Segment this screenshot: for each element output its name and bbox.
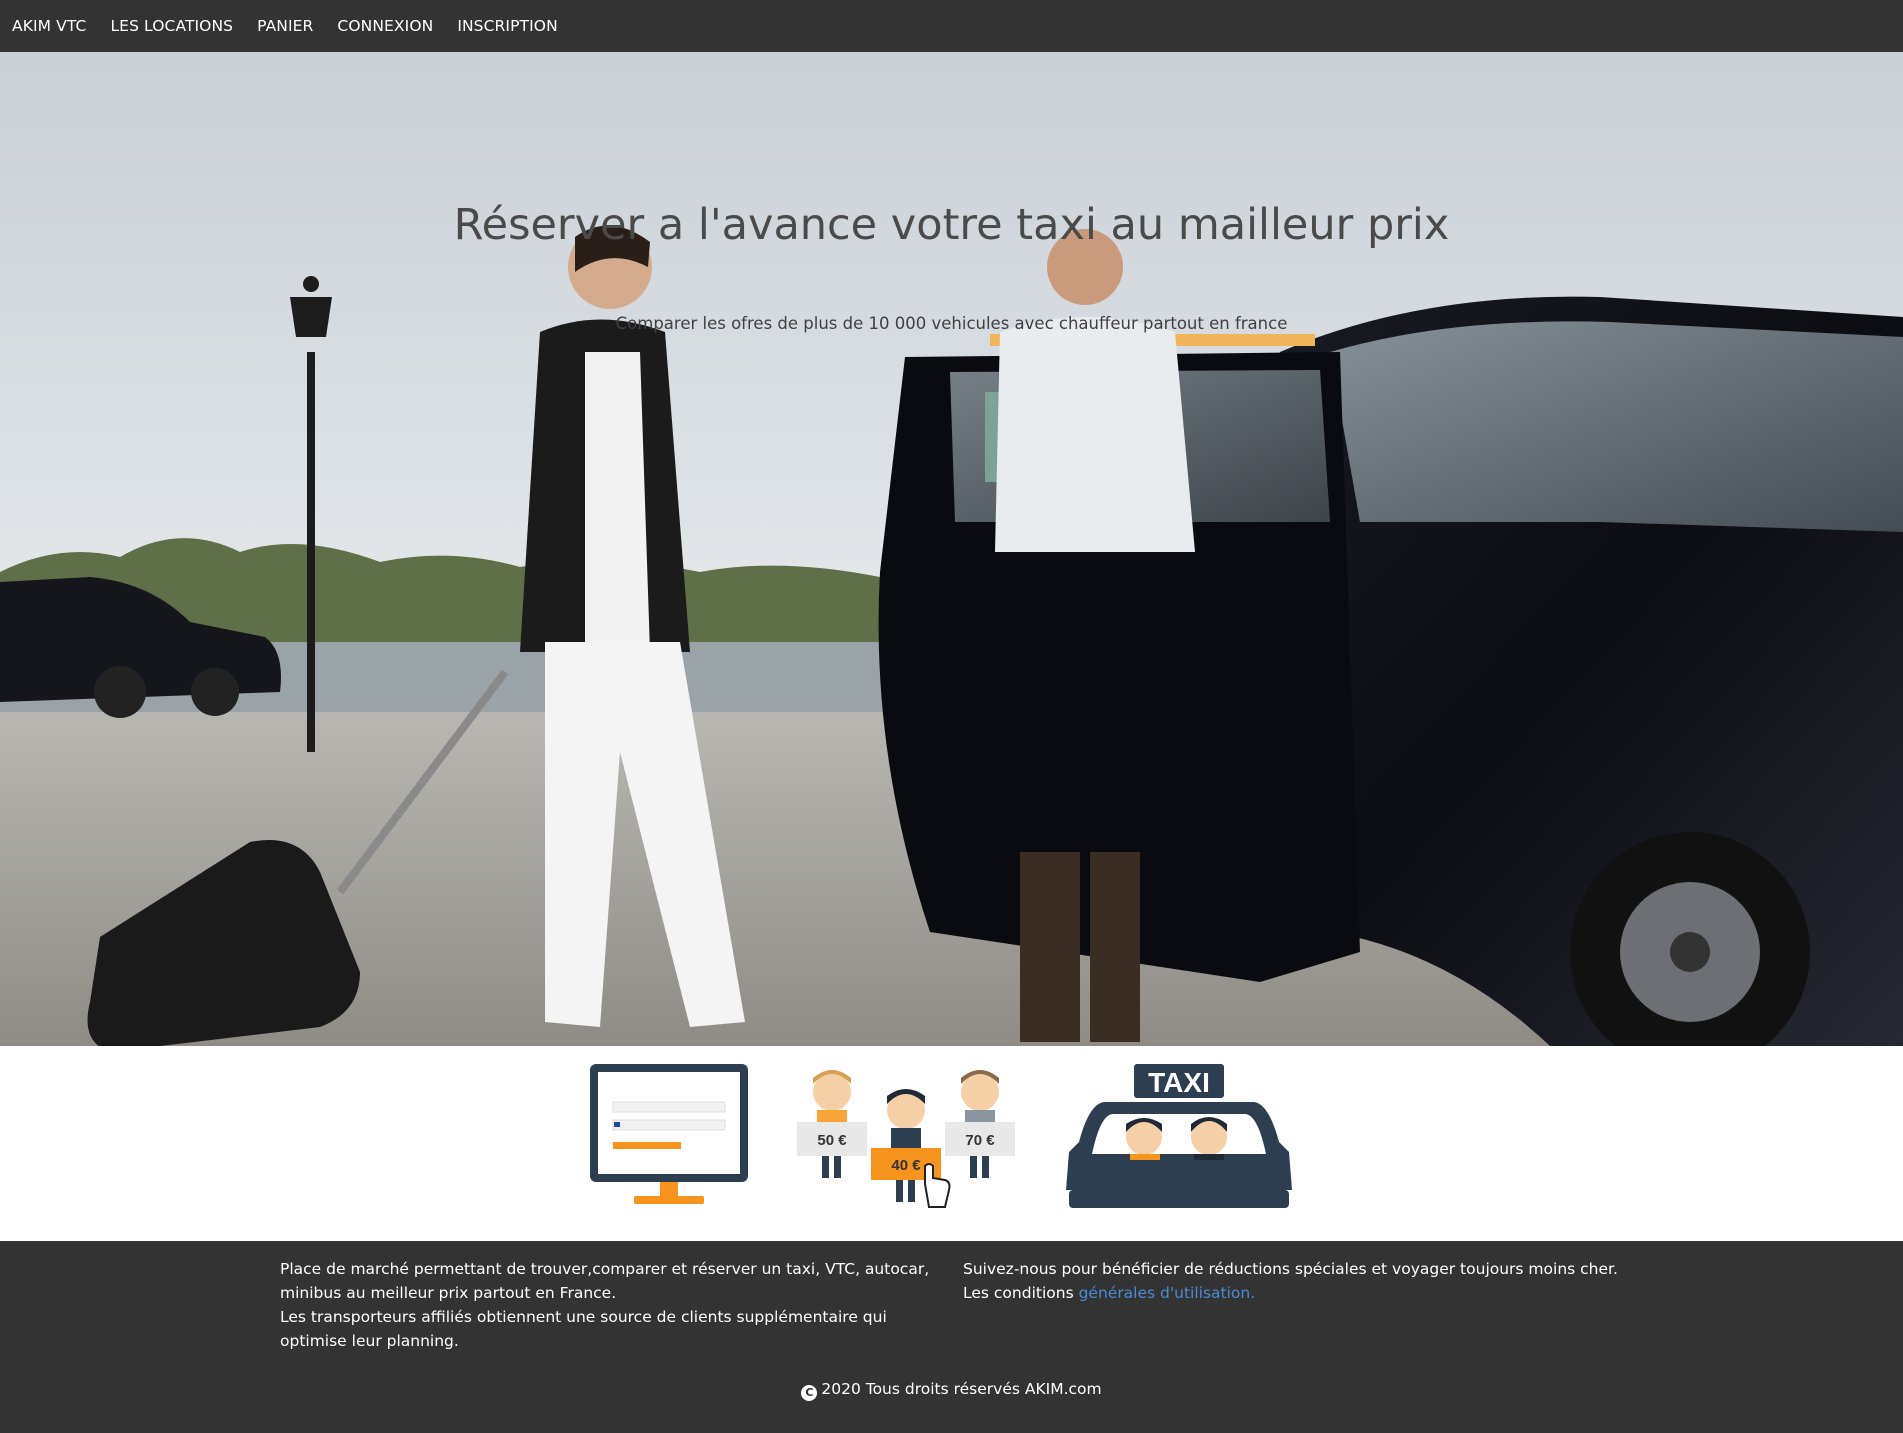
top-navbar: AKIM VTC LES LOCATIONS PANIER CONNEXION … [0,0,1903,52]
site-footer: Place de marché permettant de trouver,co… [0,1241,1903,1433]
footer-follow-text: Suivez-nous pour bénéficier de réduction… [963,1260,1618,1278]
price-label-70: 70 € [965,1132,995,1149]
nav-item-inscription[interactable]: INSCRIPTION [457,17,557,35]
nav-brand-link[interactable]: AKIM VTC [12,17,86,35]
price-label-40: 40 € [891,1157,921,1174]
hero-subtitle: Comparer les ofres de plus de 10 000 veh… [615,314,1288,333]
price-label-50: 50 € [817,1132,847,1149]
copyright-text: 2020 Tous droits réservés AKIM.com [821,1380,1102,1398]
footer-conditions-prefix: Les conditions [963,1284,1079,1302]
terms-link[interactable]: générales d'utilisation. [1079,1284,1256,1302]
footer-about-text-1: Place de marché permettant de trouver,co… [280,1260,930,1302]
online-booking-icon [590,1064,748,1204]
copyright-icon: C [801,1385,818,1401]
hero-banner: Réserver a l'avance votre taxi au maille… [0,52,1903,1046]
taxi-icon: TAXI [1066,1064,1292,1208]
footer-about: Place de marché permettant de trouver,co… [280,1257,950,1353]
features-strip: 50 € 40 € 70 € TAXI [0,1046,1903,1241]
footer-follow: Suivez-nous pour bénéficier de réduction… [963,1257,1623,1305]
nav-item-locations[interactable]: LES LOCATIONS [110,17,233,35]
footer-conditions: Les conditions générales d'utilisation. [963,1281,1623,1305]
nav-item-panier[interactable]: PANIER [257,17,313,35]
taxi-sign-text: TAXI [1148,1067,1210,1098]
nav-item-connexion[interactable]: CONNEXION [337,17,433,35]
footer-about-text-2: Les transporteurs affiliés obtiennent un… [280,1308,887,1350]
copyright: C 2020 Tous droits réservés AKIM.com [0,1377,1903,1401]
compare-prices-icon: 50 € 40 € 70 € [797,1070,1015,1208]
hero-title: Réserver a l'avance votre taxi au maille… [453,200,1450,250]
